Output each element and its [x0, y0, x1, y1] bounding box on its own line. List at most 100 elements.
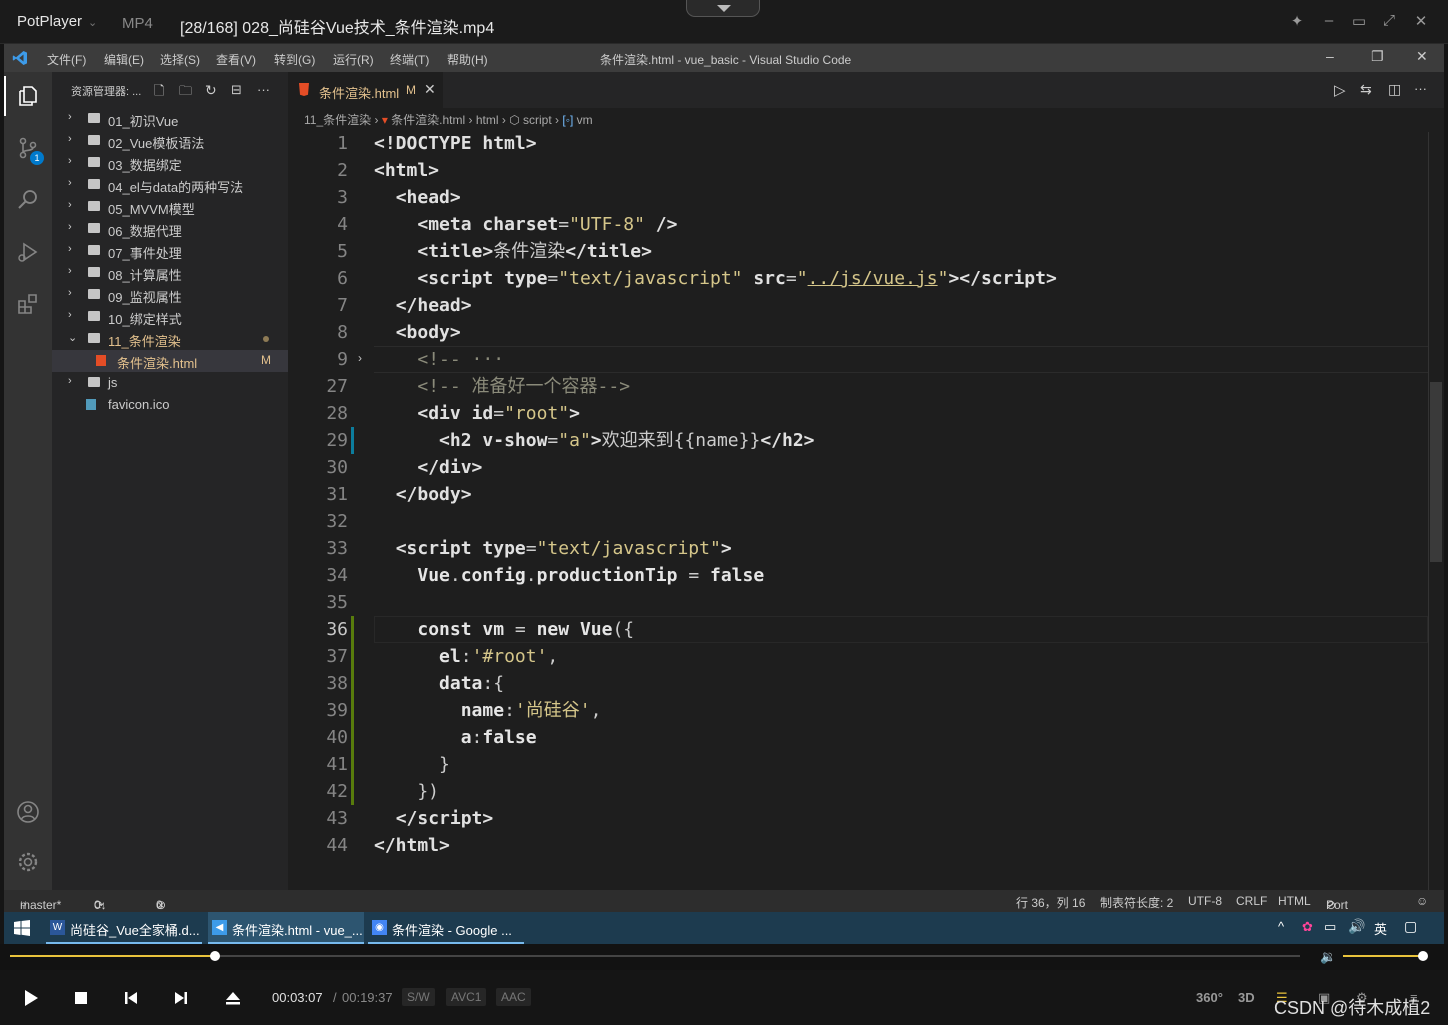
code-line[interactable]: 37 el:'#root',: [288, 643, 1428, 670]
notification-icon[interactable]: ▢: [1404, 918, 1417, 935]
maximize-icon[interactable]: ▭: [1348, 12, 1370, 32]
code-line[interactable]: 33 <script type="text/javascript">: [288, 535, 1428, 562]
next-icon[interactable]: [170, 987, 192, 1009]
code-line[interactable]: 1 <!DOCTYPE html>: [288, 130, 1428, 157]
menu-item[interactable]: 编辑(E): [104, 51, 144, 68]
code-line[interactable]: 41 }: [288, 751, 1428, 778]
language-mode[interactable]: HTML: [1278, 894, 1311, 908]
previous-icon[interactable]: [120, 987, 142, 1009]
close-icon[interactable]: ✕: [1410, 12, 1432, 32]
code-line[interactable]: 8 <body>: [288, 319, 1428, 346]
code-line[interactable]: 42 }): [288, 778, 1428, 805]
split-editor-icon[interactable]: ◫: [1388, 81, 1401, 98]
code-line[interactable]: 3 <head>: [288, 184, 1428, 211]
breadcrumb-item[interactable]: script: [523, 113, 552, 127]
fullscreen-icon[interactable]: ⤢: [1378, 12, 1400, 32]
code-line[interactable]: 2 <html>: [288, 157, 1428, 184]
breadcrumb-item[interactable]: html: [476, 113, 499, 127]
tree-item[interactable]: › 04_el与data的两种写法: [52, 174, 288, 196]
vr-360-button[interactable]: 360°: [1196, 990, 1223, 1005]
code-line[interactable]: 31 </body>: [288, 481, 1428, 508]
tree-item[interactable]: › 06_数据代理: [52, 218, 288, 240]
tray-app-icon[interactable]: ✿: [1302, 919, 1313, 935]
code-line[interactable]: 34 Vue.config.productionTip = false: [288, 562, 1428, 589]
tree-item[interactable]: › 01_初识Vue: [52, 108, 288, 130]
code-line[interactable]: 36 const vm = new Vue({: [288, 616, 1428, 643]
menu-item[interactable]: 运行(R): [333, 51, 374, 68]
extensions-icon[interactable]: [4, 280, 52, 328]
seek-handle[interactable]: [210, 951, 221, 961]
code-line[interactable]: 44 </html>: [288, 832, 1428, 859]
breadcrumb-item[interactable]: 条件渲染.html: [391, 113, 465, 127]
compare-changes-icon[interactable]: ⇆: [1360, 81, 1372, 98]
menu-item[interactable]: 转到(G): [274, 51, 315, 68]
tree-item[interactable]: › 10_绑定样式: [52, 306, 288, 328]
tree-item[interactable]: › 03_数据绑定: [52, 152, 288, 174]
more-actions-icon[interactable]: ···: [257, 82, 273, 98]
3d-button[interactable]: 3D: [1238, 990, 1255, 1005]
badge-renderer[interactable]: S/W: [402, 988, 435, 1006]
tree-item[interactable]: › 05_MVVM模型: [52, 196, 288, 218]
menu-item[interactable]: 帮助(H): [447, 51, 488, 68]
new-folder-icon[interactable]: 🗀: [179, 82, 195, 98]
taskbar-item[interactable]: W 尚硅谷_Vue全家桶.d...: [46, 912, 202, 944]
search-icon[interactable]: [4, 176, 52, 224]
code-line[interactable]: 27 <!-- 准备好一个容器-->: [288, 373, 1428, 400]
taskbar-item[interactable]: ◉ 条件渲染 - Google ...: [368, 912, 524, 944]
tree-item[interactable]: › 07_事件处理: [52, 240, 288, 262]
editor-scrollbar[interactable]: [1428, 132, 1442, 890]
tree-item[interactable]: › 02_Vue模板语法: [52, 130, 288, 152]
code-line[interactable]: 43 </script>: [288, 805, 1428, 832]
code-line[interactable]: 7 </head>: [288, 292, 1428, 319]
feedback-icon[interactable]: ☺: [1416, 894, 1428, 908]
editor-more-icon[interactable]: ···: [1414, 81, 1427, 96]
source-control-icon[interactable]: 1: [4, 124, 52, 172]
menu-item[interactable]: 选择(S): [160, 51, 200, 68]
tray-volume-icon[interactable]: 🔊: [1348, 918, 1365, 935]
tree-item[interactable]: favicon.ico: [52, 394, 288, 416]
volume-icon[interactable]: 🔉: [1320, 949, 1336, 965]
vscode-close-icon[interactable]: ✕: [1416, 48, 1428, 65]
scrollbar-thumb[interactable]: [1430, 382, 1442, 562]
run-icon[interactable]: ▷: [1334, 81, 1346, 99]
code-line[interactable]: 28 <div id="root">: [288, 400, 1428, 427]
tree-item[interactable]: › 09_监视属性: [52, 284, 288, 306]
taskbar-item[interactable]: ◀ 条件渲染.html - vue_...: [208, 912, 364, 944]
end-of-line[interactable]: CRLF: [1236, 894, 1267, 908]
new-file-icon[interactable]: 🗋: [154, 82, 170, 98]
eject-icon[interactable]: [222, 987, 244, 1009]
code-line[interactable]: 35: [288, 589, 1428, 616]
tab-close-icon[interactable]: ✕: [424, 81, 436, 98]
badge-video-codec[interactable]: AVC1: [446, 988, 487, 1006]
tray-expand-icon[interactable]: ^: [1278, 919, 1284, 934]
refresh-icon[interactable]: ↻: [205, 82, 221, 98]
pin-icon[interactable]: ✦: [1286, 12, 1308, 32]
player-brand-menu[interactable]: PotPlayer ⌄: [17, 13, 97, 30]
volume-handle[interactable]: [1418, 951, 1428, 961]
code-line[interactable]: 32: [288, 508, 1428, 535]
breadcrumb-item[interactable]: 11_条件渲染: [304, 113, 371, 127]
code-line[interactable]: 30 </div>: [288, 454, 1428, 481]
tray-battery-icon[interactable]: ▭: [1324, 919, 1336, 935]
badge-audio-codec[interactable]: AAC: [496, 988, 531, 1006]
windows-start-icon[interactable]: [14, 920, 30, 936]
code-line[interactable]: 39 name:'尚硅谷',: [288, 697, 1428, 724]
code-line[interactable]: 38 data:{: [288, 670, 1428, 697]
menu-item[interactable]: 文件(F): [47, 51, 86, 68]
breadcrumb-item[interactable]: vm: [577, 113, 593, 127]
run-debug-icon[interactable]: [4, 228, 52, 276]
ime-indicator[interactable]: 英: [1374, 919, 1387, 938]
play-icon[interactable]: [20, 987, 42, 1009]
vscode-restore-icon[interactable]: ❐: [1371, 48, 1384, 65]
menu-item[interactable]: 查看(V): [216, 51, 256, 68]
indentation[interactable]: 制表符长度: 2: [1100, 894, 1173, 911]
code-line[interactable]: 4 <meta charset="UTF-8" />: [288, 211, 1428, 238]
tree-item[interactable]: 条件渲染.html M: [52, 350, 288, 372]
code-line[interactable]: 29 <h2 v-show="a">欢迎来到{{name}}</h2>: [288, 427, 1428, 454]
explorer-icon[interactable]: [4, 72, 52, 120]
cursor-position[interactable]: 行 36，列 16: [1016, 894, 1085, 911]
encoding[interactable]: UTF-8: [1188, 894, 1222, 908]
tree-item[interactable]: ⌄ 11_条件渲染: [52, 328, 288, 350]
menu-item[interactable]: 终端(T): [390, 51, 429, 68]
tab-active-file[interactable]: 条件渲染.html M ✕: [288, 72, 443, 108]
